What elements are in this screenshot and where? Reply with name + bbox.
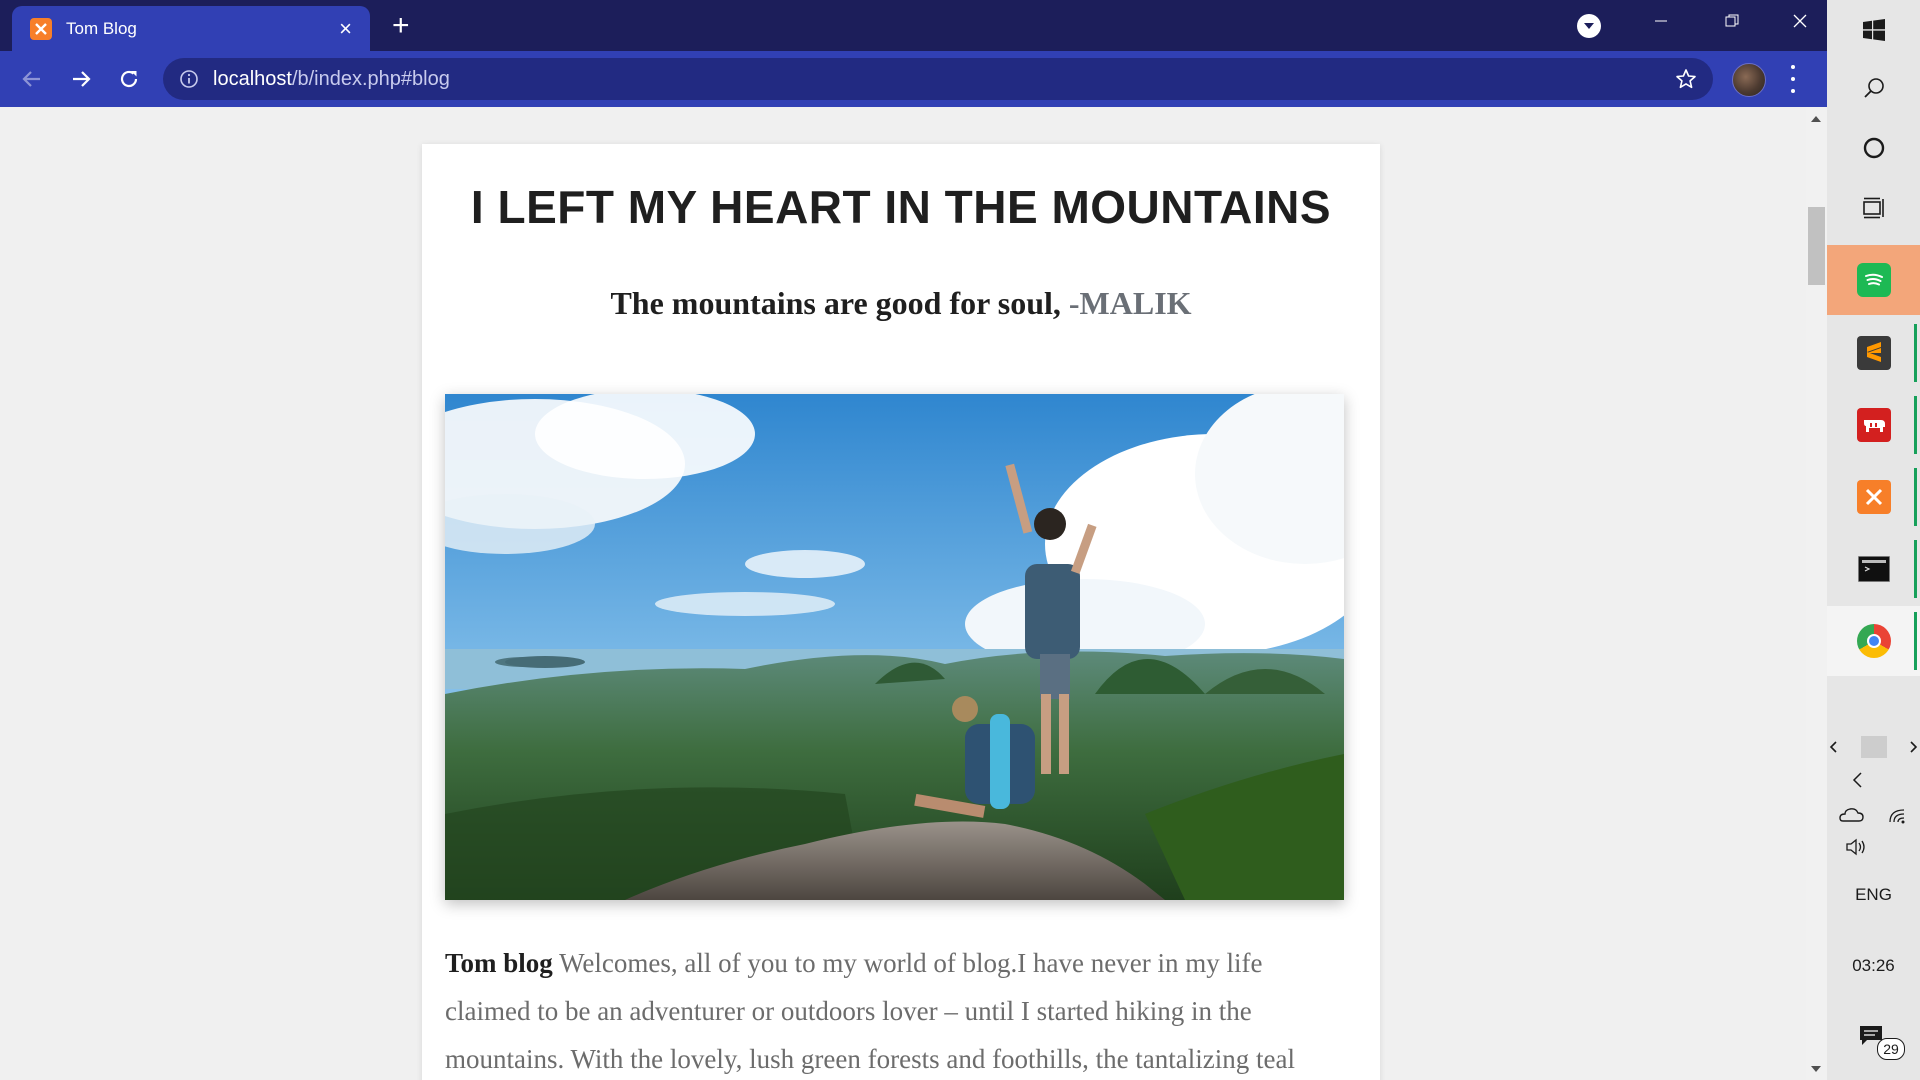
close-tab-icon[interactable]: × xyxy=(339,17,352,40)
volume-icon[interactable] xyxy=(1827,832,1920,862)
tab-strip: Tom Blog × + xyxy=(0,0,1827,51)
back-icon[interactable] xyxy=(18,65,46,93)
clock[interactable]: 03:26 xyxy=(1827,951,1920,981)
minimize-icon[interactable] xyxy=(1639,6,1683,36)
notification-count-badge: 29 xyxy=(1877,1038,1905,1060)
subtitle-author: -MALIK xyxy=(1068,285,1192,321)
menu-kebab-icon[interactable] xyxy=(1788,65,1798,93)
new-tab-button[interactable]: + xyxy=(392,11,410,41)
info-icon[interactable] xyxy=(179,69,199,89)
language-indicator[interactable]: ENG xyxy=(1827,880,1920,910)
chrome-icon xyxy=(1856,624,1891,658)
taskbar-app-sublime[interactable] xyxy=(1827,318,1920,388)
taskbar-app-chrome[interactable] xyxy=(1827,606,1920,676)
page-scrollbar[interactable] xyxy=(1806,107,1827,1080)
blog-post-card: I LEFT MY HEART IN THE MOUNTAINS The mou… xyxy=(422,144,1380,1080)
xampp-icon xyxy=(1856,480,1891,514)
tray-icons-row xyxy=(1827,800,1920,830)
clock-time: 03:26 xyxy=(1852,956,1895,975)
show-hidden-icons-chevron-icon[interactable] xyxy=(1827,765,1920,795)
sublime-text-icon xyxy=(1856,336,1891,370)
windows-start-icon[interactable] xyxy=(1827,8,1920,52)
mamp-icon xyxy=(1856,408,1891,442)
url-host: localhost xyxy=(213,68,292,90)
forward-icon[interactable] xyxy=(67,65,95,93)
post-body-text: Welcomes, all of you to my world of blog… xyxy=(445,948,1295,1074)
taskbar-app-spotify[interactable] xyxy=(1827,245,1920,315)
spotify-icon xyxy=(1856,263,1891,297)
tab-title: Tom Blog xyxy=(66,18,137,38)
taskbar-app-xampp[interactable] xyxy=(1827,462,1920,532)
restore-icon[interactable] xyxy=(1710,6,1754,36)
post-body: Tom blog Welcomes, all of you to my worl… xyxy=(445,939,1345,1080)
subtitle-lead: The mountains are good for soul, xyxy=(610,285,1061,321)
language-label: ENG xyxy=(1855,885,1892,904)
url-path: /b/index.php#blog xyxy=(291,68,450,90)
wifi-icon[interactable] xyxy=(1887,805,1909,825)
post-title: I LEFT MY HEART IN THE MOUNTAINS xyxy=(470,181,1332,233)
profile-avatar[interactable] xyxy=(1732,63,1766,97)
reload-icon[interactable] xyxy=(115,65,143,93)
scroll-up-icon[interactable] xyxy=(1811,116,1821,122)
tray-scroll-thumb[interactable] xyxy=(1860,736,1887,758)
taskbar-app-terminal[interactable] xyxy=(1827,534,1920,604)
taskbar-app-mamp[interactable] xyxy=(1827,390,1920,460)
terminal-icon xyxy=(1857,556,1890,582)
task-view-icon[interactable] xyxy=(1827,186,1920,230)
post-subtitle: The mountains are good for soul, -MALIK xyxy=(422,285,1380,322)
xampp-icon xyxy=(30,17,52,40)
chevron-left-icon[interactable] xyxy=(1827,740,1841,754)
search-icon[interactable] xyxy=(1827,66,1920,110)
close-window-icon[interactable] xyxy=(1778,6,1822,36)
cortana-icon[interactable] xyxy=(1827,126,1920,170)
post-body-brand: Tom blog xyxy=(445,948,553,978)
chevron-down-icon[interactable] xyxy=(1577,14,1601,38)
action-center-icon[interactable] xyxy=(1827,1016,1920,1056)
onedrive-cloud-icon[interactable] xyxy=(1838,806,1864,824)
tab-tom-blog[interactable]: Tom Blog × xyxy=(12,6,370,51)
tray-scroll-bar[interactable] xyxy=(1827,734,1920,760)
scroll-down-icon[interactable] xyxy=(1811,1066,1821,1072)
bookmark-star-icon[interactable] xyxy=(1675,68,1697,90)
scrollbar-thumb[interactable] xyxy=(1808,207,1825,285)
url-text: localhost/b/index.php#blog xyxy=(213,58,450,100)
address-bar[interactable]: localhost/b/index.php#blog xyxy=(163,58,1713,100)
hero-image xyxy=(445,394,1344,900)
page-viewport: I LEFT MY HEART IN THE MOUNTAINS The mou… xyxy=(0,107,1806,1080)
windows-taskbar: ENG 03:26 29 xyxy=(1827,0,1920,1080)
browser-toolbar: localhost/b/index.php#blog xyxy=(0,51,1827,107)
chevron-right-icon[interactable] xyxy=(1906,740,1920,754)
